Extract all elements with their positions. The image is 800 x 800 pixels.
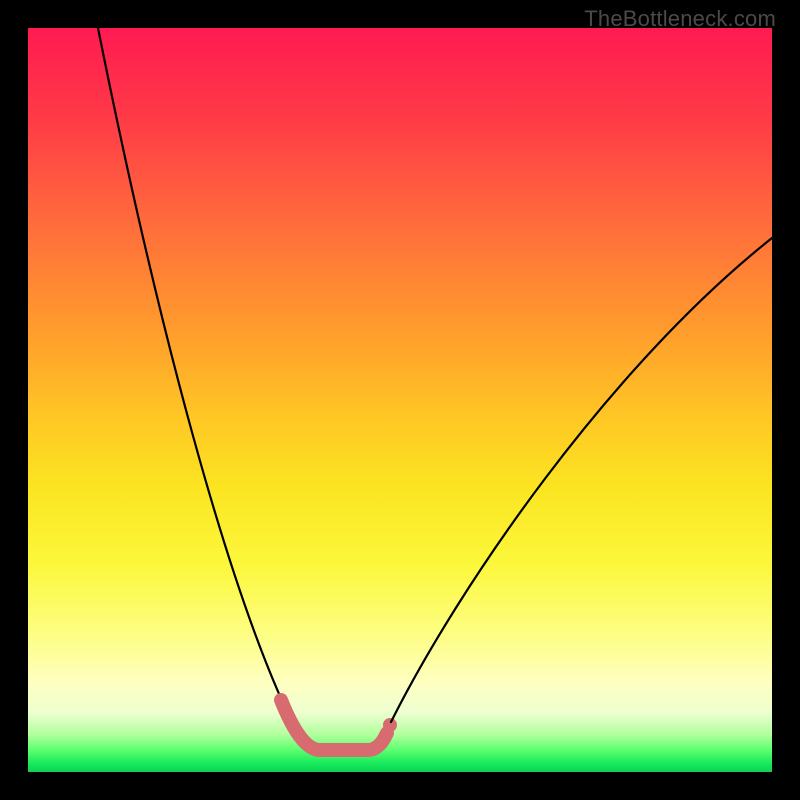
- chart-area: [28, 28, 772, 772]
- series-left-curve: [98, 28, 320, 750]
- series-right-curve: [391, 238, 772, 722]
- series-left-curve-thick: [281, 700, 320, 750]
- series-right-curve-thick: [368, 733, 387, 750]
- chart-svg: [28, 28, 772, 772]
